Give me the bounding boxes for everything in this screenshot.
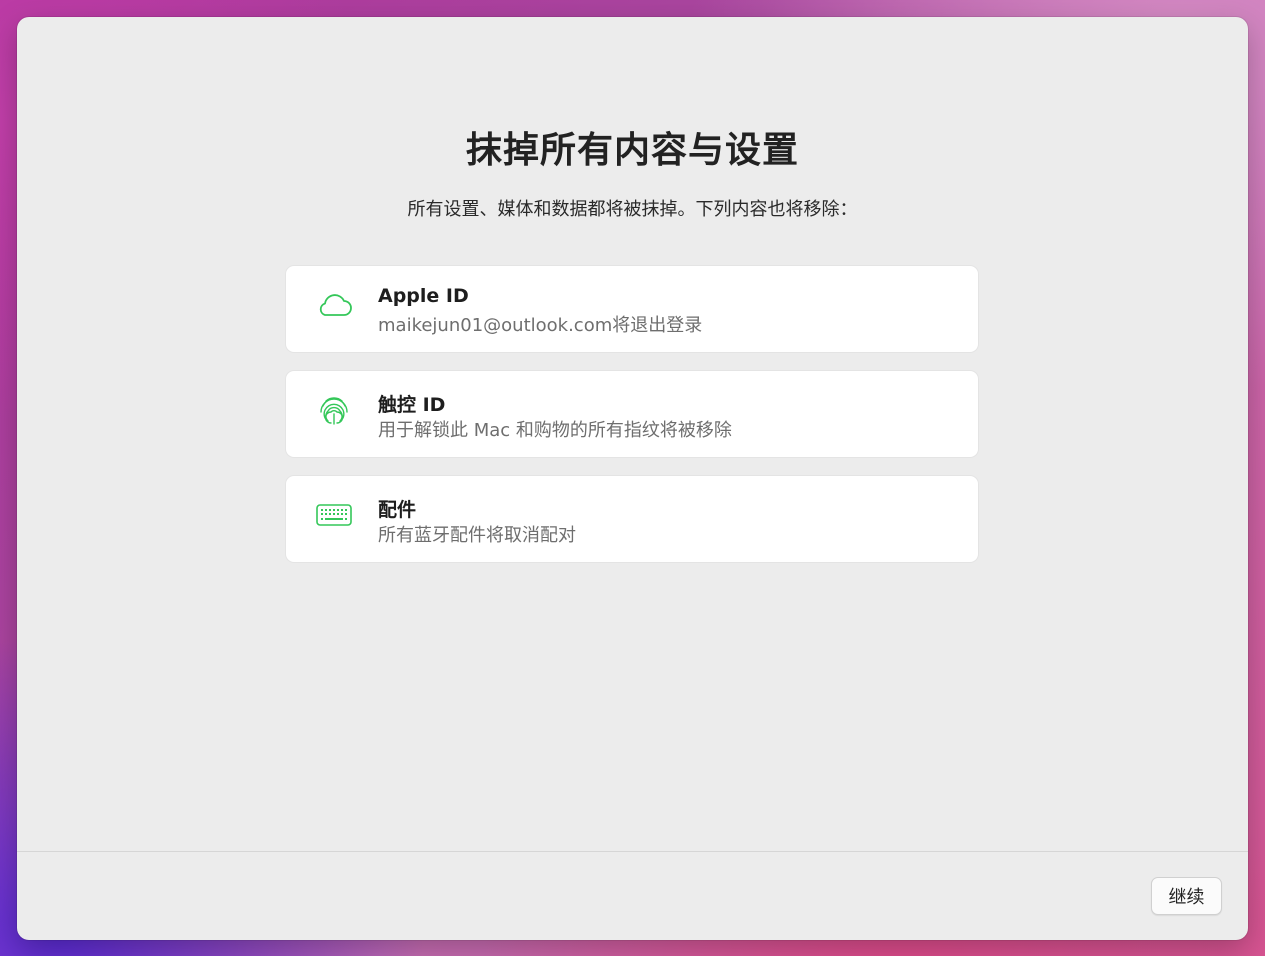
cloud-icon [314,285,354,325]
continue-button[interactable]: 继续 [1151,877,1222,915]
keyboard-icon [314,495,354,535]
page-title: 抹掉所有内容与设置 [465,130,799,171]
item-description: 用于解锁此 Mac 和购物的所有指纹将被移除 [378,420,732,441]
item-description: maikejun01@outlook.com将退出登录 [378,315,703,336]
page-subtitle: 所有设置、媒体和数据都将被抹掉。下列内容也将移除： [407,199,858,220]
item-title: 触控 ID [378,394,446,416]
item-title: Apple ID [378,285,469,307]
erase-assistant-window: 抹掉所有内容与设置 所有设置、媒体和数据都将被抹掉。下列内容也将移除： Appl… [17,17,1248,940]
item-description: 所有蓝牙配件将取消配对 [378,525,576,546]
item-card-touch-id: 触控 ID 用于解锁此 Mac 和购物的所有指纹将被移除 [286,371,978,457]
item-card-accessories: 配件 所有蓝牙配件将取消配对 [286,476,978,562]
item-card-apple-id: Apple ID maikejun01@outlook.com将退出登录 [286,266,978,352]
footer-divider [17,851,1248,852]
fingerprint-icon [314,390,354,430]
item-title: 配件 [378,499,417,521]
